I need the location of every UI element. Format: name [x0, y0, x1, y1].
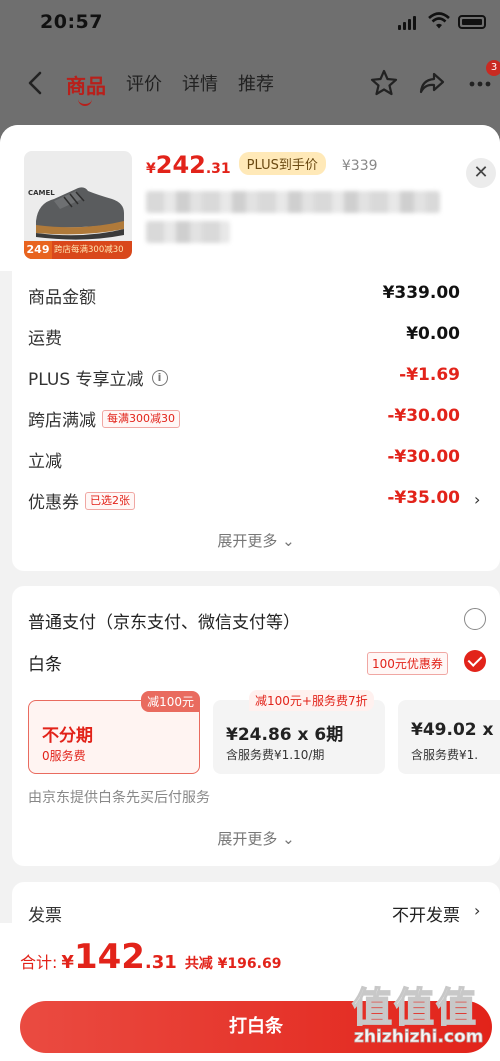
- thumb-price-strip: 249 跨店每满300减30: [24, 241, 132, 259]
- baitiao-radio[interactable]: [464, 650, 486, 672]
- expand-more-payments[interactable]: 展开更多 ⌄: [12, 828, 500, 849]
- promo-tag: 每满300减30: [102, 409, 180, 428]
- status-bar: 20:57: [0, 0, 500, 46]
- cart-badge: 3: [486, 60, 500, 76]
- back-icon[interactable]: [20, 66, 50, 100]
- total-integer: 142: [73, 937, 145, 977]
- row-value: -¥30.00: [387, 406, 460, 426]
- plus-price-tag: PLUS到手价: [238, 152, 326, 175]
- price-decimal: .31: [205, 161, 231, 177]
- tab-details[interactable]: 详情: [182, 70, 218, 99]
- close-icon[interactable]: ✕: [466, 158, 496, 188]
- tab-recommend[interactable]: 推荐: [238, 70, 274, 99]
- plan-title: 不分期: [42, 726, 93, 746]
- total-currency: ¥: [61, 952, 74, 973]
- blurred-product-title: [146, 191, 440, 213]
- row-coupons[interactable]: 优惠券 已选2张 -¥35.00: [28, 484, 460, 514]
- share-icon[interactable]: [416, 68, 448, 98]
- payment-options: 普通支付（京东支付、微信支付等） 白条 100元优惠券 减100元 不分期 0服…: [12, 586, 500, 866]
- row-value: ¥339.00: [382, 283, 460, 303]
- site-watermark: 值值值 zhizhizhi.com: [348, 975, 498, 1055]
- signal-icon: [398, 16, 416, 30]
- status-time: 20:57: [40, 11, 103, 33]
- plan-6-installments[interactable]: 减100元+服务费7折 ¥24.86 x 6期 含服务费¥1.10/期: [213, 690, 385, 774]
- star-icon[interactable]: [368, 68, 400, 98]
- row-value: -¥30.00: [387, 447, 460, 467]
- normal-payment-radio[interactable]: [464, 608, 486, 630]
- wifi-icon: [428, 12, 450, 29]
- product-image: CAMEL 249 跨店每满300减30: [24, 151, 132, 259]
- row-label-wrap: PLUS 专享立减 i: [28, 365, 168, 390]
- total-row: 合计: ¥ 142 .31 共减 ¥196.69: [20, 937, 281, 977]
- expand-more-amounts[interactable]: 展开更多 ⌄: [12, 530, 500, 551]
- plan-title: ¥49.02 x: [411, 720, 494, 740]
- total-decimal: .31: [144, 952, 177, 973]
- thumb-promo: 跨店每满300减30: [54, 245, 124, 255]
- row-label-wrap: 跨店满减 每满300减30: [28, 406, 180, 431]
- price-integer: 242: [155, 151, 206, 179]
- chevron-down-icon: ⌄: [282, 532, 295, 550]
- row-goods-amount: 商品金额 ¥339.00: [28, 279, 460, 309]
- chevron-right-icon[interactable]: ›: [474, 490, 480, 509]
- checkout-footer: 合计: ¥ 142 .31 共减 ¥196.69 打白条 值值值 zhizhiz…: [0, 923, 500, 1061]
- plan-fee: 含服务费¥1.10/期: [226, 748, 325, 762]
- normal-payment-label: 普通支付（京东支付、微信支付等）: [28, 613, 300, 633]
- plan-no-installment[interactable]: 减100元 不分期 0服务费: [28, 691, 200, 774]
- row-value: -¥35.00: [387, 488, 460, 508]
- plan-fee: 0服务费: [42, 749, 86, 763]
- blurred-product-title-2: [146, 221, 230, 243]
- total-label: 合计:: [20, 953, 58, 972]
- row-cross-store: 跨店满减 每满300减30 -¥30.00: [28, 402, 460, 432]
- row-label: 立减: [28, 452, 62, 472]
- price-row: ¥242.31 PLUS到手价 ¥339: [146, 151, 378, 179]
- row-label: 优惠券: [28, 493, 79, 513]
- baitiao-coupon-tag: 100元优惠券: [367, 652, 448, 675]
- tab-reviews[interactable]: 评价: [126, 70, 162, 99]
- final-price: ¥242.31: [146, 151, 231, 179]
- chevron-down-icon: ⌄: [282, 830, 295, 848]
- watermark-logo: 值值值: [351, 984, 478, 1032]
- coupon-count-tag: 已选2张: [85, 491, 135, 510]
- nav-tabs: 商品 评价 详情 推荐: [66, 70, 274, 106]
- plan-badge: 减100元+服务费7折: [249, 690, 374, 711]
- product-nav-bar: 商品 评价 详情 推荐 3: [0, 58, 500, 108]
- plan-fee: 含服务费¥1.: [411, 748, 479, 762]
- battery-icon: [458, 15, 486, 29]
- watermark-url: zhizhizhi.com: [354, 1027, 484, 1048]
- plan-title: ¥24.86 x 6期: [226, 725, 344, 745]
- row-plus-discount: PLUS 专享立减 i -¥1.69: [28, 361, 460, 391]
- price-currency: ¥: [146, 161, 156, 177]
- baitiao-note: 由京东提供白条先买后付服务: [28, 790, 210, 806]
- expand-label: 展开更多: [217, 532, 278, 550]
- product-header: CAMEL 249 跨店每满300减30 ¥242.31 PLUS到手价 ¥33…: [0, 125, 500, 271]
- expand-label: 展开更多: [217, 830, 278, 848]
- row-label-wrap: 优惠券 已选2张: [28, 488, 135, 513]
- original-price: ¥339: [341, 158, 378, 174]
- checkout-sheet: CAMEL 249 跨店每满300减30 ¥242.31 PLUS到手价 ¥33…: [0, 125, 500, 1061]
- row-shipping: 运费 ¥0.00: [28, 320, 460, 350]
- chevron-right-icon: ›: [474, 901, 481, 920]
- plan-badge: 减100元: [141, 691, 200, 712]
- info-icon[interactable]: i: [151, 369, 168, 386]
- plan-12-installments[interactable]: ¥49.02 x 含服务费¥1.: [398, 700, 500, 774]
- row-label: PLUS 专享立减: [28, 370, 144, 390]
- row-label: 商品金额: [28, 288, 96, 308]
- row-instant-discount: 立减 -¥30.00: [28, 443, 460, 473]
- row-value: ¥0.00: [406, 324, 460, 344]
- amount-breakdown: 商品金额 ¥339.00 运费 ¥0.00 PLUS 专享立减 i -¥1.69…: [12, 271, 500, 571]
- row-label: 运费: [28, 329, 62, 349]
- baitiao-label: 白条: [28, 655, 62, 675]
- row-value: -¥1.69: [399, 365, 460, 385]
- tab-product[interactable]: 商品: [66, 70, 106, 106]
- nav-actions: [368, 68, 496, 98]
- total-saving: 共减 ¥196.69: [184, 956, 282, 972]
- thumb-price: 249: [24, 241, 52, 259]
- row-label: 跨店满减: [28, 411, 96, 431]
